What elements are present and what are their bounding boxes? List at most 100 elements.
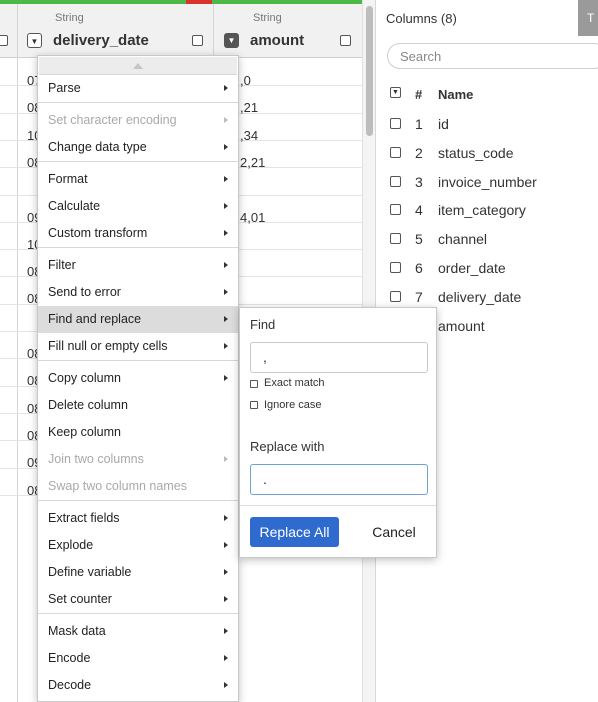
cancel-button[interactable]: Cancel	[364, 517, 424, 547]
menu-item-label: Encode	[48, 651, 91, 665]
submenu-arrow-icon	[224, 456, 228, 462]
column-name[interactable]: amount	[250, 32, 304, 49]
column-list-name: channel	[438, 231, 488, 248]
column-list-name: invoice_number	[438, 173, 537, 190]
replace-all-button[interactable]: Replace All	[250, 517, 339, 547]
menu-separator	[38, 161, 238, 162]
menu-item-join-two-columns: Join two columns	[38, 446, 238, 473]
menu-item-encode[interactable]: Encode	[38, 645, 238, 672]
menu-item-extract-fields[interactable]: Extract fields	[38, 505, 238, 532]
column-list-item[interactable]: 1 id	[376, 110, 598, 139]
menu-item-delete-column[interactable]: Delete column	[38, 392, 238, 419]
menu-item-decode[interactable]: Decode	[38, 672, 238, 699]
column-number: 6	[415, 260, 423, 276]
search-placeholder: Search	[400, 49, 442, 64]
grid-cell[interactable]: ,21	[240, 100, 258, 115]
column-list-item[interactable]: 5 channel	[376, 225, 598, 254]
column-name[interactable]: delivery_date	[53, 32, 149, 49]
menu-item-label: Decode	[48, 678, 92, 692]
menu-item-label: Join two columns	[48, 452, 144, 466]
menu-item-find-and-replace[interactable]: Find and replace	[38, 306, 238, 333]
column-menu-dropdown-icon[interactable]: ▼	[224, 33, 239, 48]
select-all-dropdown-icon[interactable]: ▼	[390, 87, 401, 98]
submenu-arrow-icon	[224, 515, 228, 521]
menu-item-explode[interactable]: Explode	[38, 532, 238, 559]
menu-item-calculate[interactable]: Calculate	[38, 193, 238, 220]
menu-separator	[38, 102, 238, 103]
menu-item-keep-column[interactable]: Keep column	[38, 419, 238, 446]
menu-item-parse[interactable]: Parse	[38, 75, 238, 102]
menu-separator	[38, 500, 238, 501]
exact-match-checkbox[interactable]	[250, 380, 258, 388]
menu-item-filter[interactable]: Filter	[38, 252, 238, 279]
menu-item-set-counter[interactable]: Set counter	[38, 586, 238, 613]
submenu-arrow-icon	[224, 542, 228, 548]
submenu-arrow-icon	[224, 230, 228, 236]
column-select-checkbox[interactable]	[340, 35, 351, 46]
column-number: 7	[415, 288, 423, 305]
column-list-item[interactable]: 6 order_date	[376, 254, 598, 283]
submenu-arrow-icon	[224, 343, 228, 349]
grid-cell[interactable]: 4,01	[240, 210, 265, 225]
column-menu-dropdown-icon[interactable]: ▼	[27, 33, 42, 48]
column-checkbox[interactable]	[390, 146, 401, 158]
column-checkbox[interactable]	[390, 233, 401, 245]
menu-item-label: Set counter	[48, 592, 112, 606]
submenu-arrow-icon	[224, 628, 228, 634]
column-list-item[interactable]: 2 status_code	[376, 139, 598, 168]
menu-scroll-up-icon[interactable]	[39, 57, 237, 75]
column-select-checkbox[interactable]	[0, 35, 8, 46]
menu-item-label: Keep column	[48, 425, 121, 439]
ignore-case-checkbox[interactable]	[250, 401, 258, 409]
menu-item-label: Send to error	[48, 285, 121, 299]
grid-cell[interactable]: 2,21	[240, 155, 265, 170]
menu-item-mask-data[interactable]: Mask data	[38, 618, 238, 645]
submenu-arrow-icon	[224, 655, 228, 661]
menu-item-fill-null-or-empty-cells[interactable]: Fill null or empty cells	[38, 333, 238, 360]
submenu-arrow-icon	[224, 144, 228, 150]
column-checkbox[interactable]	[390, 204, 401, 216]
menu-item-custom-transform[interactable]: Custom transform	[38, 220, 238, 247]
find-input-value: ,	[263, 349, 267, 365]
submenu-arrow-icon	[224, 682, 228, 688]
menu-item-set-character-encoding: Set character encoding	[38, 107, 238, 134]
menu-item-label: Explode	[48, 538, 94, 552]
ignore-case-label[interactable]: Ignore case	[264, 399, 321, 411]
column-context-menu: Parse Set character encoding Change data t…	[37, 55, 239, 702]
panel-title: Columns (8)	[386, 11, 457, 26]
menu-item-change-data-type[interactable]: Change data type	[38, 134, 238, 161]
column-list-name: order_date	[438, 260, 506, 276]
menu-item-label: Extract fields	[48, 511, 120, 525]
column-select-checkbox[interactable]	[192, 35, 203, 46]
replace-input[interactable]: .	[250, 464, 428, 495]
menu-item-label: Parse	[48, 81, 81, 95]
menu-item-label: Find and replace	[48, 312, 142, 326]
menu-item-label: Set character encoding	[48, 113, 177, 127]
grid-header: String ▼ delivery_date String ▼ amount	[0, 4, 362, 58]
scrollbar-thumb[interactable]	[366, 6, 373, 136]
grid-cell[interactable]: ,34	[240, 128, 258, 143]
column-list-item[interactable]: 4 item_category	[376, 196, 598, 225]
menu-item-label: Custom transform	[48, 226, 148, 240]
submenu-arrow-icon	[224, 316, 228, 322]
find-input[interactable]: ,	[250, 342, 428, 373]
submenu-arrow-icon	[224, 262, 228, 268]
column-search-input[interactable]: Search	[387, 43, 598, 69]
menu-item-send-to-error[interactable]: Send to error	[38, 279, 238, 306]
menu-item-format[interactable]: Format	[38, 166, 238, 193]
column-list-name: delivery_date	[438, 288, 522, 305]
panel-tab[interactable]: T	[578, 0, 598, 36]
menu-item-label: Filter	[48, 258, 76, 272]
column-checkbox[interactable]	[390, 118, 401, 129]
exact-match-label[interactable]: Exact match	[264, 377, 325, 389]
submenu-arrow-icon	[224, 85, 228, 91]
column-list-item[interactable]: 3 invoice_number	[376, 168, 598, 197]
submenu-arrow-icon	[224, 176, 228, 182]
column-checkbox[interactable]	[390, 262, 401, 273]
menu-item-copy-column[interactable]: Copy column	[38, 365, 238, 392]
grid-cell[interactable]: ,0	[240, 73, 251, 88]
menu-item-define-variable[interactable]: Define variable	[38, 559, 238, 586]
column-name-header: Name	[438, 87, 474, 102]
column-checkbox[interactable]	[390, 290, 401, 302]
column-checkbox[interactable]	[390, 175, 401, 187]
